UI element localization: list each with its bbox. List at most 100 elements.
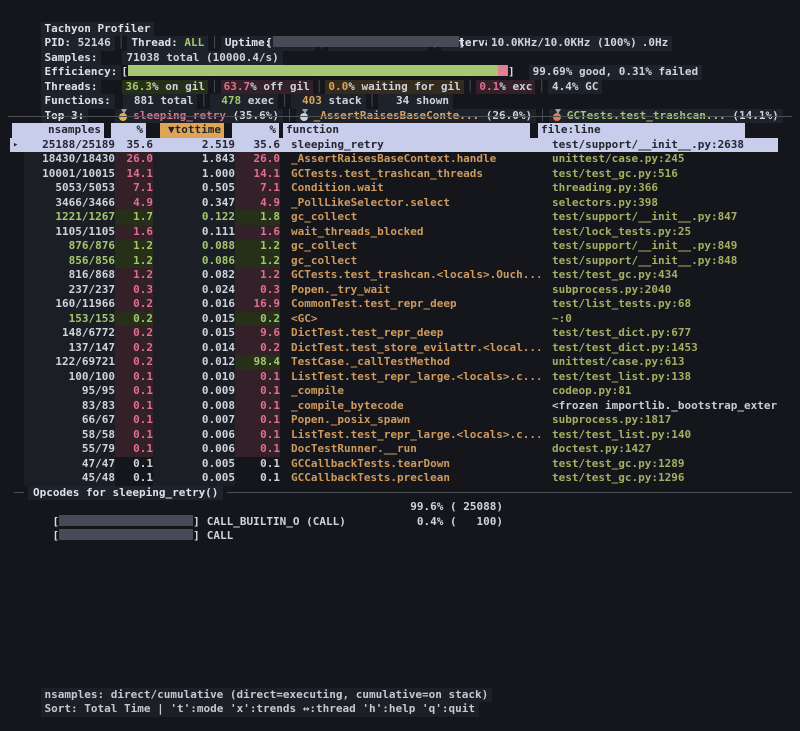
cell-function: gc_collect [280,239,540,254]
cell-pct-cumulative: 0.1 [235,413,280,428]
cell-pct-direct: 0.1 [115,413,153,428]
opcode-name: CALL [207,529,234,542]
cell-pct-cumulative: 7.1 [235,181,280,196]
efficiency-line: Efficiency:[]99.69% good, 0.31% failed [0,51,800,66]
opcode-stats: 99.6% ( 25088) [395,500,503,515]
cell-nsamples: 58/58 [24,428,115,443]
table-row[interactable]: 148/67720.20.0159.6DictTest.test_repr_de… [10,326,778,341]
table-row[interactable]: 58/580.10.0060.1ListTest.test_repr_large… [10,428,778,443]
cell-pct-cumulative: 0.1 [235,471,280,486]
cell-pct-cumulative: 0.2 [235,312,280,327]
cell-pct-cumulative: 1.2 [235,239,280,254]
status-line: PID: 52146│Thread: ALL│Uptime: 0m07s│Tim… [0,22,800,37]
title-line: Tachyon Profiler [0,7,800,22]
cell-pct-direct: 0.1 [115,399,153,414]
functions-line: Functions:881 total│478 exec│403 stack│3… [0,80,800,95]
header-pct-cumulative[interactable]: % [232,123,279,138]
table-row[interactable]: 876/8761.20.0881.2gc_collecttest/support… [10,239,778,254]
opcode-stats: 0.4% ( 100) [395,515,503,530]
cell-file-line: ~:0 [540,312,778,327]
table-row[interactable]: 83/830.10.0080.1_compile_bytecode<frozen… [10,399,778,414]
cell-pct-direct: 0.1 [115,384,153,399]
cell-tottime: 0.008 [153,399,235,414]
sort-mode[interactable]: Sort: Total Time [45,702,151,715]
cell-pct-cumulative: 98.4 [235,355,280,370]
table-row[interactable]: 45/480.10.0050.1GCCallbackTests.preclean… [10,471,778,486]
cell-function: _compile_bytecode [280,399,540,414]
cell-pct-direct: 1.2 [115,239,153,254]
key-hints[interactable]: 't':mode 'x':trends ↔:thread 'h':help 'q… [170,702,475,715]
sort-and-keys: Sort: Total Time | 't':mode 'x':trends ↔… [41,702,479,717]
cell-file-line: test/test_gc.py:434 [540,268,778,283]
cell-file-line: doctest.py:1427 [540,442,778,457]
table-row[interactable]: 237/2370.30.0240.3Popen._try_waitsubproc… [10,283,778,298]
samples-rate: 10.0KHz/10.0KHz (100%) [487,36,641,51]
header-pct-direct[interactable]: % [111,123,146,138]
cell-tottime: 0.016 [153,297,235,312]
table-row[interactable]: 137/1470.20.0140.2DictTest.test_store_ev… [10,341,778,356]
opcode-row: []CALL_BUILTIN_O (CALL) 99.6% ( 25088) [0,500,800,515]
cell-tottime: 0.006 [153,442,235,457]
header-file-line[interactable]: file:line [538,123,745,138]
cell-function: wait_threads_blocked [280,225,540,240]
table-header: nsamples%▼tottime%functionfile:line [12,123,800,138]
cell-pct-cumulative: 1.8 [235,210,280,225]
separator-dash [14,492,24,493]
cell-pct-cumulative: 0.2 [235,341,280,356]
table-row[interactable]: 5053/50537.10.5057.1Condition.waitthread… [10,181,778,196]
table-row[interactable]: 160/119660.20.01616.9CommonTest.test_rep… [10,297,778,312]
cell-file-line: subprocess.py:1817 [540,413,778,428]
table-row[interactable]: ▸25188/2518935.62.51935.6sleeping_retryt… [10,138,778,153]
cell-pct-cumulative: 0.1 [235,384,280,399]
cell-function: <GC> [280,312,540,327]
cell-nsamples: 47/47 [24,457,115,472]
table-row[interactable]: 1105/11051.60.1111.6wait_threads_blocked… [10,225,778,240]
table-row[interactable]: 1221/12671.70.1221.8gc_collecttest/suppo… [10,210,778,225]
cell-file-line: test/test_list.py:138 [540,370,778,385]
cell-file-line: test/test_dict.py:1453 [540,341,778,356]
table-row[interactable]: 100/1000.10.0100.1ListTest.test_repr_lar… [10,370,778,385]
cell-function: GCTests.test_trashcan.<locals>.Ouch... [280,268,540,283]
cell-nsamples: 876/876 [24,239,115,254]
header-tottime-sorted[interactable]: ▼tottime [160,123,224,138]
cell-function: DictTest.test_repr_deep [280,326,540,341]
cell-tottime: 0.015 [153,312,235,327]
cell-nsamples: 856/856 [24,254,115,269]
table-row[interactable]: 55/790.10.0060.1DocTestRunner.__rundocte… [10,442,778,457]
table-row[interactable]: 47/470.10.0050.1GCCallbackTests.tearDown… [10,457,778,472]
cell-tottime: 0.122 [153,210,235,225]
table-row[interactable]: 18430/1843026.01.84326.0_AssertRaisesBas… [10,152,778,167]
cell-function: gc_collect [280,210,540,225]
table-row[interactable]: 816/8681.20.0821.2GCTests.test_trashcan.… [10,268,778,283]
cell-nsamples: 1105/1105 [24,225,115,240]
cell-function: ListTest.test_repr_large.<locals>.c... [280,370,540,385]
table-row[interactable]: 153/1530.20.0150.2<GC>~:0 [10,312,778,327]
cell-tottime: 0.007 [153,413,235,428]
cell-tottime: 0.505 [153,181,235,196]
cell-tottime: 1.000 [153,167,235,182]
table-row[interactable]: 856/8561.20.0861.2gc_collecttest/support… [10,254,778,269]
table-row[interactable]: 3466/34664.90.3474.9_PollLikeSelector.se… [10,196,778,211]
cell-pct-cumulative: 0.1 [235,428,280,443]
table-row[interactable]: 122/697210.20.01298.4TestCase._callTestM… [10,355,778,370]
cell-pct-direct: 0.2 [115,341,153,356]
opcodes-title: Opcodes for sleeping_retry() [28,486,223,501]
cell-tottime: 0.024 [153,283,235,298]
cell-nsamples: 55/79 [24,442,115,457]
cell-tottime: 0.086 [153,254,235,269]
table-row[interactable]: 66/670.10.0070.1Popen._posix_spawnsubpro… [10,413,778,428]
cell-nsamples: 66/67 [24,413,115,428]
samples-line: Samples:71038 total (10000.4/s) [] 10.0K… [0,36,800,51]
cell-pct-direct: 7.1 [115,181,153,196]
cell-pct-direct: 1.7 [115,210,153,225]
cell-nsamples: 100/100 [24,370,115,385]
header-function[interactable]: function [283,123,530,138]
cell-function: GCCallbackTests.tearDown [280,457,540,472]
cell-tottime: 0.014 [153,341,235,356]
opcode-bar [59,529,193,540]
cell-nsamples: 816/868 [24,268,115,283]
table-row[interactable]: 95/950.10.0090.1_compilecodeop.py:81 [10,384,778,399]
cell-nsamples: 83/83 [24,399,115,414]
cell-file-line: unittest/case.py:613 [540,355,778,370]
table-row[interactable]: 10001/1001514.11.00014.1GCTests.test_tra… [10,167,778,182]
